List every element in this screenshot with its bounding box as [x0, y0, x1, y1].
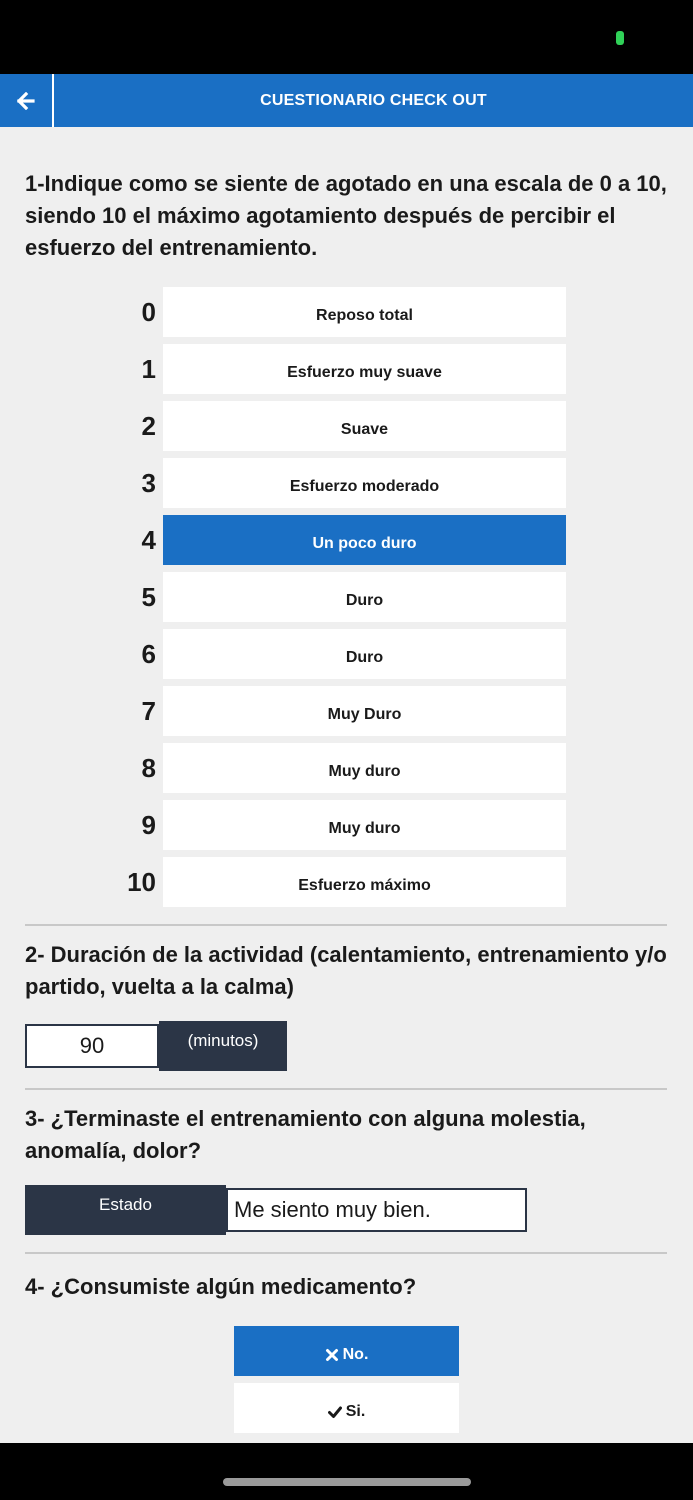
arrow-left-icon	[17, 91, 35, 110]
yes-button-label: Si.	[345, 1403, 366, 1420]
no-button[interactable]: No.	[234, 1326, 459, 1376]
close-icon	[325, 1349, 338, 1361]
app-header: CUESTIONARIO CHECK OUT	[0, 74, 693, 127]
status-indicator-icon	[616, 31, 624, 45]
scale-number: 3	[141, 468, 156, 498]
scale-row: 3 Esfuerzo moderado	[0, 458, 693, 508]
question-2-title: 2- Duración de la actividad (calentamien…	[25, 942, 667, 999]
check-icon	[327, 1406, 342, 1418]
scale-option-button[interactable]: Duro	[163, 629, 566, 679]
scale-option-button[interactable]: Muy duro	[163, 800, 566, 850]
duration-input[interactable]: 90	[25, 1024, 159, 1068]
scale-option-button[interactable]: Esfuerzo máximo	[163, 857, 566, 907]
scale-number: 4	[141, 525, 156, 555]
question-1-title: 1-Indique como se siente de agotado en u…	[25, 171, 667, 260]
questionnaire-content: 1-Indique como se siente de agotado en u…	[0, 127, 693, 1443]
scale-number: 6	[141, 639, 156, 669]
scale-row: 4 Un poco duro	[0, 515, 693, 565]
no-button-label: No.	[342, 1346, 369, 1363]
scale-option-button[interactable]: Reposo total	[163, 287, 566, 337]
scale-number: 10	[127, 867, 156, 897]
scale-option-button[interactable]: Esfuerzo moderado	[163, 458, 566, 508]
back-button[interactable]	[0, 74, 54, 127]
scale-row: 10 Esfuerzo máximo	[0, 857, 693, 907]
scale-option-button[interactable]: Muy Duro	[163, 686, 566, 736]
scale-option-button[interactable]: Suave	[163, 401, 566, 451]
home-bar	[0, 1443, 693, 1500]
scale-option-button[interactable]: Esfuerzo muy suave	[163, 344, 566, 394]
scale-number: 7	[141, 696, 156, 726]
divider	[25, 1252, 667, 1254]
scale-row: 5 Duro	[0, 572, 693, 622]
scale-row: 2 Suave	[0, 401, 693, 451]
scale-number: 9	[141, 810, 156, 840]
scale-row: 6 Duro	[0, 629, 693, 679]
question-4-title: 4- ¿Consumiste algún medicamento?	[25, 1274, 417, 1299]
scale-number: 8	[141, 753, 156, 783]
scale-option-button[interactable]: Un poco duro	[163, 515, 566, 565]
estado-input[interactable]: Me siento muy bien.	[226, 1188, 527, 1232]
scale-number: 5	[141, 582, 156, 612]
scale-row: 1 Esfuerzo muy suave	[0, 344, 693, 394]
home-indicator[interactable]	[223, 1478, 471, 1486]
question-3-title: 3- ¿Terminaste el entrenamiento con algu…	[25, 1106, 586, 1163]
scale-row: 0 Reposo total	[0, 287, 693, 337]
scale-row: 8 Muy duro	[0, 743, 693, 793]
duration-unit-label: (minutos)	[159, 1021, 287, 1071]
divider	[25, 1088, 667, 1090]
status-bar	[0, 0, 693, 74]
estado-label: Estado	[25, 1185, 226, 1235]
scale-number: 1	[141, 354, 156, 384]
page-title: CUESTIONARIO CHECK OUT	[260, 92, 487, 109]
scale-number: 2	[141, 411, 156, 441]
divider	[25, 924, 667, 926]
scale-option-button[interactable]: Duro	[163, 572, 566, 622]
scale-option-button[interactable]: Muy duro	[163, 743, 566, 793]
scale-number: 0	[141, 297, 156, 327]
scale-row: 7 Muy Duro	[0, 686, 693, 736]
scale-row: 9 Muy duro	[0, 800, 693, 850]
yes-button[interactable]: Si.	[234, 1383, 459, 1433]
